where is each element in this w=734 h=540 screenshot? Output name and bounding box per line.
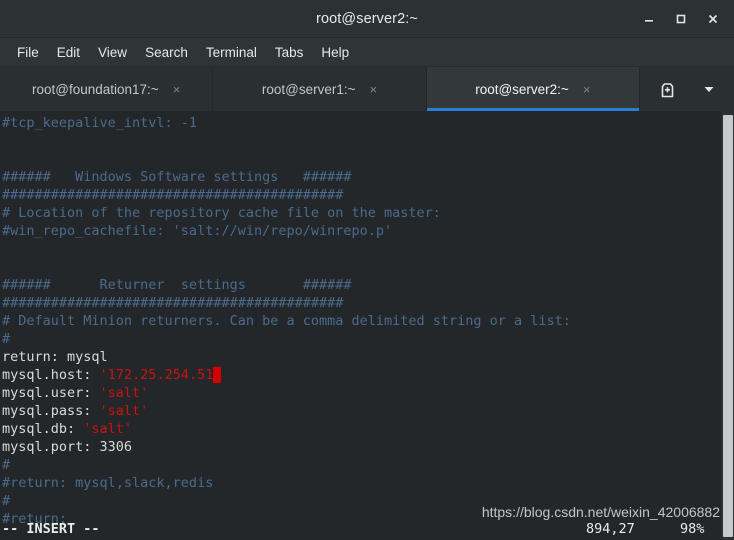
tab-tools	[639, 67, 734, 111]
terminal-text: mysql.pass:	[2, 403, 100, 419]
terminal-text: ###### Windows Software settings ######	[2, 169, 352, 185]
menu-item-terminal[interactable]: Terminal	[197, 42, 266, 63]
minimize-icon[interactable]	[634, 5, 664, 33]
tab-foundation17[interactable]: root@foundation17:~ ×	[0, 67, 214, 111]
terminal-line: #win_repo_cachefile: 'salt://win/repo/wi…	[2, 222, 721, 240]
terminal-text: # Location of the repository cache file …	[2, 205, 441, 221]
menu-item-edit[interactable]: Edit	[48, 42, 89, 63]
window-controls	[634, 0, 728, 37]
terminal-area: #tcp_keepalive_intvl: -1 ###### Windows S…	[0, 111, 734, 540]
terminal-text: # Default Minion returners. Can be a com…	[2, 313, 571, 329]
menu-item-search[interactable]: Search	[136, 42, 197, 63]
terminal-window: root@server2:~ File Edit View Search Ter…	[0, 0, 734, 540]
vim-status-position: 894,27	[586, 521, 635, 537]
terminal-line: # Default Minion returners. Can be a com…	[2, 312, 721, 330]
menu-item-help[interactable]: Help	[312, 42, 358, 63]
terminal-text: return: mysql	[2, 349, 108, 365]
terminal-text: #	[2, 331, 11, 347]
terminal-line: #	[2, 456, 721, 474]
terminal-line: ###### Returner settings ######	[2, 276, 721, 294]
menu-item-view[interactable]: View	[89, 42, 136, 63]
terminal-text: mysql.user:	[2, 385, 100, 401]
terminal-line: #return: mysql,slack,redis	[2, 474, 721, 492]
terminal-line: mysql.pass: 'salt'	[2, 402, 721, 420]
terminal-scrollbar[interactable]	[721, 111, 734, 540]
tab-label: root@server2:~	[475, 81, 569, 97]
tab-bar: root@foundation17:~ × root@server1:~ × r…	[0, 66, 734, 111]
menu-item-file[interactable]: File	[8, 42, 48, 63]
tab-label: root@server1:~	[261, 81, 356, 97]
terminal-line: # Location of the repository cache file …	[2, 204, 721, 222]
terminal-text: #tcp_keepalive_intvl: -1	[2, 115, 198, 131]
tab-close-icon[interactable]: ×	[173, 83, 181, 96]
terminal-line: #	[2, 492, 721, 510]
terminal-text: 'salt'	[99, 385, 149, 401]
tab-close-icon[interactable]: ×	[370, 83, 378, 96]
terminal-line: return: mysql	[2, 348, 721, 366]
window-title: root@server2:~	[316, 10, 418, 27]
terminal-text: #	[2, 457, 11, 473]
terminal-output[interactable]: #tcp_keepalive_intvl: -1 ###### Windows S…	[0, 111, 721, 540]
terminal-line: ########################################…	[2, 294, 721, 312]
terminal-line: ###### Windows Software settings ######	[2, 168, 721, 186]
terminal-text: ###### Returner settings ######	[2, 277, 352, 293]
terminal-text: #return: mysql,slack,redis	[2, 475, 214, 491]
scrollbar-thumb[interactable]	[723, 115, 733, 537]
terminal-line: #tcp_keepalive_intvl: -1	[2, 114, 721, 132]
menu-item-tabs[interactable]: Tabs	[266, 42, 313, 63]
terminal-line: ########################################…	[2, 186, 721, 204]
vim-status-percent: 98%	[680, 521, 705, 537]
terminal-text: #win_repo_cachefile: 'salt://win/repo/wi…	[2, 223, 393, 239]
title-bar: root@server2:~	[0, 0, 734, 38]
terminal-line: mysql.port: 3306	[2, 438, 721, 456]
terminal-line: mysql.host: '172.25.254.51'	[2, 366, 721, 384]
terminal-text: 'salt'	[99, 403, 149, 419]
maximize-icon[interactable]	[666, 5, 696, 33]
terminal-line: mysql.db: 'salt'	[2, 420, 721, 438]
tab-server2[interactable]: root@server2:~ ×	[426, 67, 640, 111]
terminal-text: mysql.host:	[2, 367, 100, 383]
menu-bar: File Edit View Search Terminal Tabs Help	[0, 38, 734, 66]
tab-close-icon[interactable]: ×	[583, 83, 591, 96]
tab-label: root@foundation17:~	[32, 81, 159, 97]
close-icon[interactable]	[698, 5, 728, 33]
terminal-text: mysql.db:	[2, 421, 84, 437]
terminal-text: #	[2, 493, 11, 509]
terminal-text: 'salt'	[83, 421, 133, 437]
terminal-line: mysql.user: 'salt'	[2, 384, 721, 402]
terminal-line: #	[2, 330, 721, 348]
tab-server1[interactable]: root@server1:~ ×	[213, 67, 427, 111]
terminal-text: mysql.port: 3306	[2, 439, 133, 455]
terminal-text: '172.25.254.51	[99, 367, 214, 383]
terminal-text: ########################################…	[2, 295, 344, 311]
terminal-cursor: '	[213, 367, 222, 383]
chevron-down-icon[interactable]	[702, 82, 716, 96]
terminal-text: ########################################…	[2, 187, 344, 203]
new-tab-icon[interactable]	[658, 80, 677, 99]
